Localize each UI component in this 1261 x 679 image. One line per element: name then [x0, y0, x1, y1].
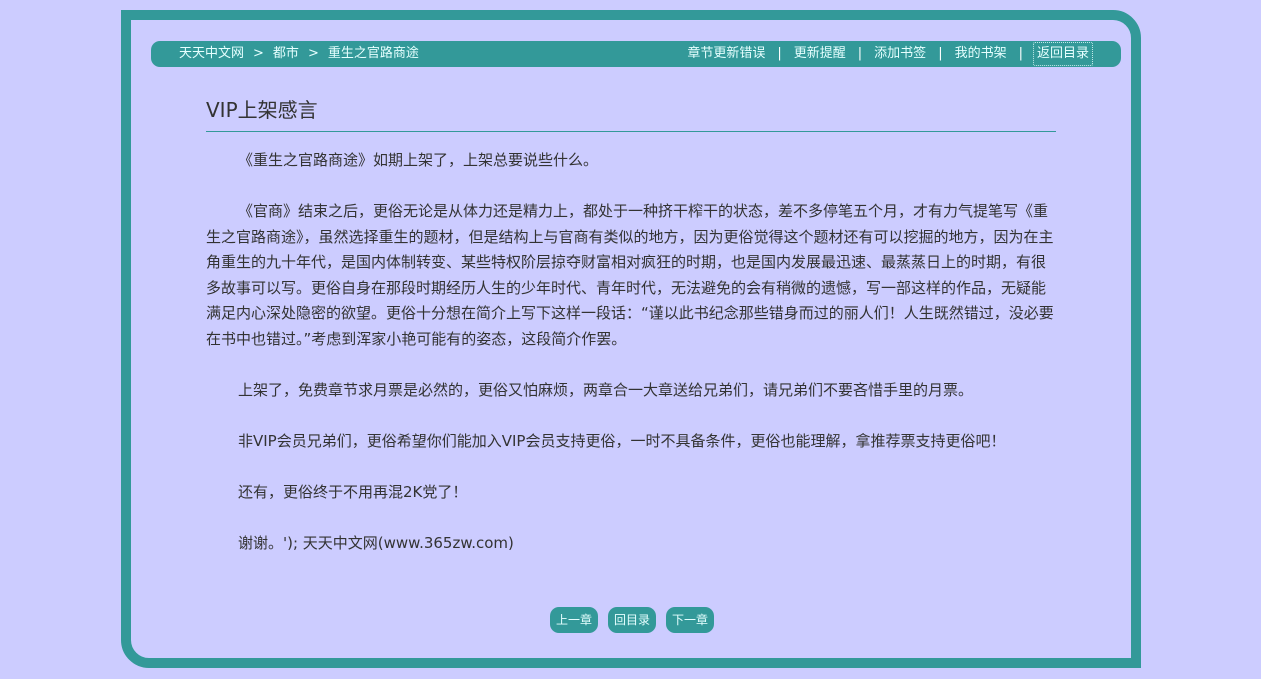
chapter-pager: 上一章 回目录 下一章 [550, 607, 724, 633]
update-reminder-link[interactable]: 更新提醒 [792, 41, 848, 67]
toolbar-links: 章节更新错误 | 更新提醒 | 添加书签 | 我的书架 | 返回目录 [685, 41, 1093, 67]
top-nav-bar: 天天中文网 > 都市 > 重生之官路商途 章节更新错误 | 更新提醒 | 添加书签 | 我的书架 | 返… [151, 41, 1121, 67]
chapter-content: 《重生之官路商途》如期上架了，上架总要说些什么。 《官商》结束之后，更俗无论是从… [206, 148, 1056, 582]
chapter-paragraph: 上架了，免费章节求月票是必然的，更俗又怕麻烦，两章合一大章送给兄弟们，请兄弟们不… [238, 380, 974, 399]
my-bookshelf-link[interactable]: 我的书架 [953, 41, 1009, 67]
title-divider [206, 131, 1056, 132]
breadcrumb-category[interactable]: 都市 [273, 41, 299, 67]
breadcrumb: 天天中文网 > 都市 > 重生之官路商途 [179, 41, 419, 67]
reader-frame: 天天中文网 > 都市 > 重生之官路商途 章节更新错误 | 更新提醒 | 添加书签 | 我的书架 | 返… [121, 10, 1141, 668]
breadcrumb-separator: > [253, 46, 264, 61]
chapter-paragraph: 非VIP会员兄弟们，更俗希望你们能加入VIP会员支持更俗，一时不具备条件，更俗也… [238, 431, 1006, 450]
nav-separator: | [1018, 46, 1023, 61]
nav-separator: | [777, 46, 782, 61]
nav-separator: | [938, 46, 943, 61]
chapter-index-button[interactable]: 回目录 [608, 607, 657, 633]
breadcrumb-book[interactable]: 重生之官路商途 [328, 41, 419, 67]
chapter-paragraph: 谢谢。'); 天天中文网(www.365zw.com) [238, 533, 514, 552]
chapter-title: VIP上架感言 [206, 98, 318, 122]
chapter-paragraph: 还有，更俗终于不用再混2K党了！ [238, 482, 468, 501]
report-error-link[interactable]: 章节更新错误 [685, 41, 767, 67]
breadcrumb-site[interactable]: 天天中文网 [179, 41, 244, 67]
nav-separator: | [857, 46, 863, 61]
add-bookmark-link[interactable]: 添加书签 [872, 41, 928, 67]
chapter-paragraph: 《官商》结束之后，更俗无论是从体力还是精力上，都处于一种挤干榨干的状态，差不多停… [206, 202, 1054, 348]
back-to-index-link[interactable]: 返回目录 [1032, 42, 1093, 66]
chapter-paragraph: 《重生之官路商途》如期上架了，上架总要说些什么。 [238, 151, 599, 169]
next-chapter-button[interactable]: 下一章 [666, 607, 715, 633]
breadcrumb-separator: > [307, 46, 319, 61]
prev-chapter-button[interactable]: 上一章 [550, 607, 599, 633]
